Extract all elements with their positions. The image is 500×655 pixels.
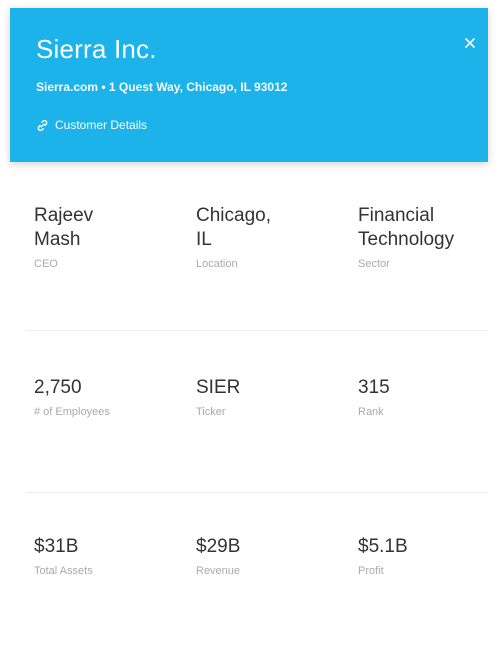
close-icon <box>465 38 475 48</box>
stat-sector: Financial Technology Sector <box>358 204 500 270</box>
stat-rank-label: Rank <box>358 406 384 418</box>
row-divider-1 <box>26 330 488 331</box>
stat-employees-label: # of Employees <box>34 406 110 418</box>
stat-location: Chicago, IL Location <box>196 204 346 270</box>
stat-location-label: Location <box>196 258 238 270</box>
stat-employees-value: 2,750 <box>34 377 82 398</box>
stat-revenue: $29B Revenue <box>196 535 346 577</box>
stat-rank-value: 315 <box>358 377 390 398</box>
customer-details-label: Customer Details <box>55 118 148 132</box>
stat-employees: 2,750 # of Employees <box>34 376 184 418</box>
stat-ceo-label: CEO <box>34 258 58 270</box>
stat-location-value: Chicago, IL <box>196 205 271 250</box>
stats-row-2: 2,750 # of Employees SIER Ticker 315 Ran… <box>10 376 488 496</box>
stat-ceo: Rajeev Mash CEO <box>34 204 184 270</box>
stats-row-1: Rajeev Mash CEO Chicago, IL Location Fin… <box>10 204 488 324</box>
customer-details-link[interactable]: Customer Details <box>36 118 147 132</box>
stat-ceo-value: Rajeev Mash <box>34 205 94 250</box>
stat-assets-value: $31B <box>34 536 79 557</box>
stat-ticker: SIER Ticker <box>196 376 346 418</box>
stat-assets-label: Total Assets <box>34 565 93 577</box>
stat-ticker-value: SIER <box>196 377 241 398</box>
stat-profit-label: Profit <box>358 565 384 577</box>
company-name: Sierra Inc. <box>36 34 157 64</box>
stat-profit-value: $5.1B <box>358 536 408 557</box>
stat-sector-value: Financial Technology <box>358 205 455 250</box>
card-header: Sierra Inc. Sierra.com • 1 Quest Way, Ch… <box>10 8 488 162</box>
stat-ticker-label: Ticker <box>196 406 226 418</box>
company-address: Sierra.com • 1 Quest Way, Chicago, IL 93… <box>36 80 288 94</box>
stat-profit: $5.1B Profit <box>358 535 500 577</box>
close-button[interactable] <box>464 36 482 54</box>
link-icon <box>37 119 48 131</box>
stat-rank: 315 Rank <box>358 376 500 418</box>
row-divider-2 <box>26 492 488 493</box>
customer-card: Sierra Inc. Sierra.com • 1 Quest Way, Ch… <box>10 8 488 650</box>
stat-sector-label: Sector <box>358 258 390 270</box>
stat-assets: $31B Total Assets <box>34 535 184 577</box>
stat-revenue-label: Revenue <box>196 565 241 577</box>
stats-row-3: $31B Total Assets $29B Revenue $5.1B Pro… <box>10 535 488 655</box>
stat-revenue-value: $29B <box>196 536 241 557</box>
